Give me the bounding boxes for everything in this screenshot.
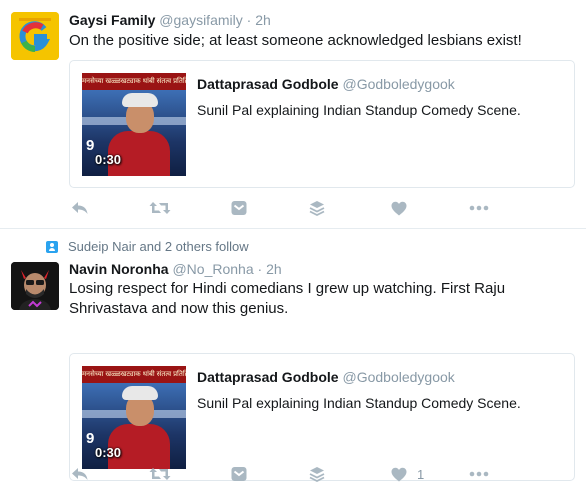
card-description: Sunil Pal explaining Indian Standup Come…: [197, 395, 521, 411]
stack-button[interactable]: [309, 464, 325, 484]
like-button[interactable]: 1: [391, 464, 424, 484]
reply-button[interactable]: [71, 464, 89, 484]
video-thumbnail[interactable]: मनसेच्या खळ्ळखट्याक थांबी संतत्व प्रतिक्…: [82, 366, 186, 469]
tweet-text: Losing respect for Hindi comedians I gre…: [69, 280, 506, 317]
retweet-button[interactable]: [149, 464, 171, 484]
reply-icon: [72, 468, 88, 480]
tweet-header: Navin Noronha @No_Ronha · 2h: [69, 260, 282, 278]
more-icon: [469, 471, 489, 477]
direct-message-button[interactable]: [231, 464, 247, 484]
avatar-navin-noronha[interactable]: [11, 262, 59, 310]
author-name[interactable]: Navin Noronha: [69, 261, 169, 277]
card-author-handle[interactable]: @Godboledygook: [342, 369, 454, 385]
author-handle[interactable]: @No_Ronha: [172, 261, 253, 277]
retweet-icon: [149, 468, 171, 480]
video-duration: 0:30: [95, 445, 122, 460]
quoted-tweet-card[interactable]: मनसेच्या खळ्ळखट्याक थांबी संतत्व प्रतिक्…: [69, 353, 575, 481]
heart-icon: [391, 467, 407, 481]
direct-message-icon: [231, 467, 247, 481]
tv9-logo: 9: [86, 430, 95, 447]
stack-icon: [309, 467, 325, 482]
tweet-actions: 1: [69, 464, 569, 484]
more-button[interactable]: [469, 464, 489, 484]
separator-dot: ·: [257, 261, 263, 277]
tweet[interactable]: Navin Noronha @No_Ronha · 2h Losing resp…: [0, 0, 586, 494]
like-count: 1: [417, 466, 425, 482]
card-author-name[interactable]: Dattaprasad Godbole: [197, 369, 339, 385]
timestamp[interactable]: 2h: [266, 261, 282, 277]
thumbnail-person-cap: [122, 386, 158, 400]
card-header: Dattaprasad Godbole @Godboledygook: [197, 368, 455, 386]
thumbnail-banner: मनसेच्या खळ्ळखट्याक थांबी संतत्व प्रतिक्…: [82, 366, 186, 383]
